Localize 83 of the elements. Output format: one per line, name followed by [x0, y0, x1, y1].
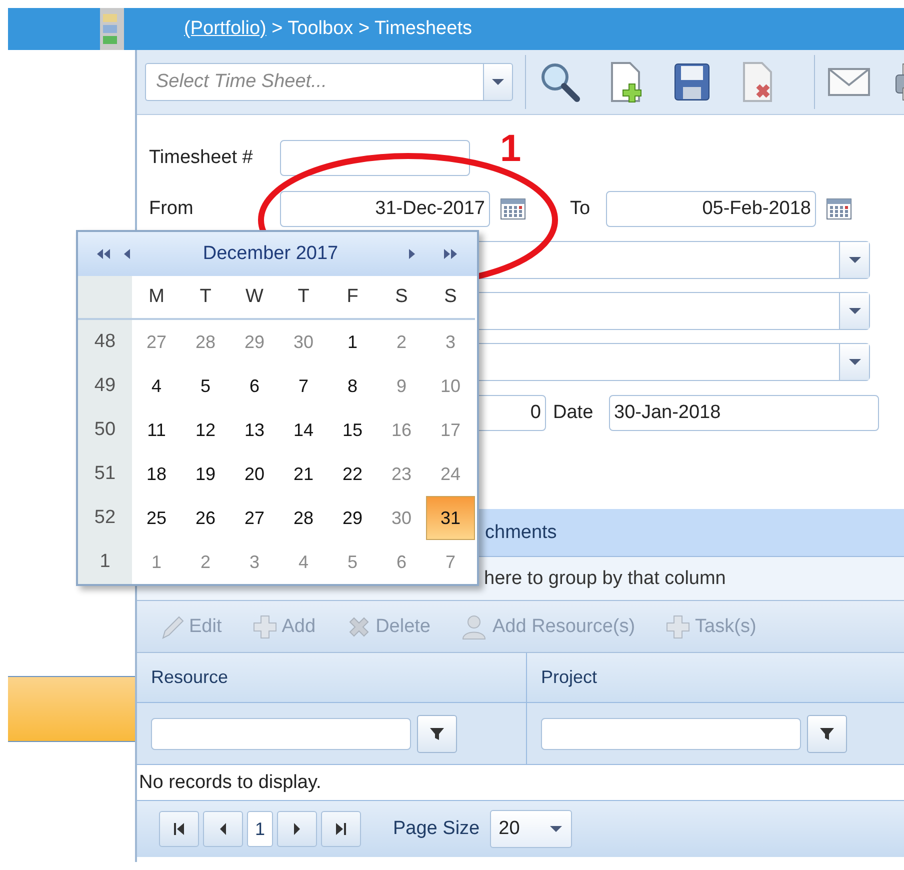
- from-date-field[interactable]: 31-Dec-2017: [280, 191, 490, 227]
- first-page-icon: [173, 822, 185, 836]
- filter-button[interactable]: [807, 714, 847, 752]
- to-date-field[interactable]: 05-Feb-2018: [606, 191, 816, 227]
- calendar-day[interactable]: 27: [230, 496, 279, 540]
- timesheet-select-field[interactable]: Select Time Sheet...: [145, 63, 483, 101]
- annotation-number: 1: [500, 128, 522, 171]
- calendar-icon[interactable]: [500, 198, 526, 220]
- previous-page-button[interactable]: [203, 811, 243, 847]
- week-column-corner: [78, 276, 132, 320]
- field-label: From: [149, 198, 194, 220]
- previous-page-icon: [219, 822, 227, 836]
- next-page-icon: [293, 822, 301, 836]
- calendar-day[interactable]: 5: [181, 364, 230, 408]
- calendar-day[interactable]: 22: [328, 452, 377, 496]
- calendar-title: December 2017: [202, 243, 340, 265]
- double-left-arrow-icon: [96, 247, 112, 261]
- column-header[interactable]: Project: [527, 653, 904, 702]
- person-icon: [460, 612, 488, 640]
- calendar-day[interactable]: 15: [328, 408, 377, 452]
- field-label: Timesheet #: [149, 147, 254, 169]
- week-number: 51: [78, 452, 132, 496]
- weekday-label: S: [377, 276, 426, 320]
- calendar-day[interactable]: 11: [132, 408, 181, 452]
- page-size-select[interactable]: 20: [490, 810, 572, 848]
- filter-field[interactable]: [541, 718, 801, 750]
- week-number: 48: [78, 320, 132, 364]
- column-header[interactable]: Resource: [137, 653, 527, 702]
- calendar-day[interactable]: 18: [132, 452, 181, 496]
- calendar-day[interactable]: 29: [328, 496, 377, 540]
- calendar-day[interactable]: 26: [181, 496, 230, 540]
- calendar-day[interactable]: 13: [230, 408, 279, 452]
- page-number[interactable]: 1: [247, 811, 273, 847]
- calendar-day[interactable]: 28: [279, 496, 328, 540]
- weekday-label: F: [328, 276, 377, 320]
- field-label: To: [570, 198, 592, 220]
- left-arrow-icon: [124, 247, 132, 261]
- filter-icon: [429, 726, 445, 742]
- week-number: 1: [78, 540, 132, 584]
- next-page-button[interactable]: [277, 811, 317, 847]
- filter-field[interactable]: [151, 718, 411, 750]
- week-number: 50: [78, 408, 132, 452]
- week-number: 52: [78, 496, 132, 540]
- last-page-button[interactable]: [321, 811, 361, 847]
- weekday-label: S: [426, 276, 475, 320]
- calendar-day[interactable]: 8: [328, 364, 377, 408]
- caret-icon: [848, 256, 862, 264]
- weekday-label: W: [230, 276, 279, 320]
- plus-icon: [665, 614, 692, 640]
- filter-button[interactable]: [417, 714, 457, 752]
- calendar-icon[interactable]: [826, 198, 852, 220]
- first-page-button[interactable]: [159, 811, 199, 847]
- caret-icon: [848, 358, 862, 366]
- calendar-day[interactable]: 1: [328, 320, 377, 364]
- calendar-day[interactable]: 25: [132, 496, 181, 540]
- calendar-day[interactable]: 12: [181, 408, 230, 452]
- weekday-label: T: [279, 276, 328, 320]
- weekday-label: T: [181, 276, 230, 320]
- caret-icon: [848, 307, 862, 315]
- caret-icon: [491, 78, 505, 86]
- last-page-icon: [335, 822, 347, 836]
- right-arrow-icon: [409, 247, 417, 261]
- calendar-day[interactable]: 7: [279, 364, 328, 408]
- date-field[interactable]: 30-Jan-2018: [609, 395, 879, 431]
- group-hint: here to group by that column: [484, 568, 726, 590]
- page-size-label: Page Size: [393, 818, 480, 840]
- calendar-day[interactable]: 14: [279, 408, 328, 452]
- filter-icon: [819, 726, 835, 742]
- double-right-arrow-icon: [444, 247, 458, 261]
- caret-icon: [548, 825, 563, 833]
- calendar-day[interactable]: 6: [230, 364, 279, 408]
- breadcrumb: (Portfolio) > Toolbox > Timesheets: [184, 18, 472, 40]
- weekday-label: M: [132, 276, 181, 320]
- calendar-day[interactable]: 19: [181, 452, 230, 496]
- tab[interactable]: chments: [485, 522, 557, 544]
- week-number: 49: [78, 364, 132, 408]
- dropdown-button[interactable]: [483, 63, 513, 101]
- calendar-day[interactable]: 20: [230, 452, 279, 496]
- field-label: Date: [553, 402, 594, 424]
- calendar-day[interactable]: 4: [132, 364, 181, 408]
- calendar-day[interactable]: 21: [279, 452, 328, 496]
- calendar-day[interactable]: 31: [426, 496, 475, 540]
- plus-icon: [252, 614, 278, 640]
